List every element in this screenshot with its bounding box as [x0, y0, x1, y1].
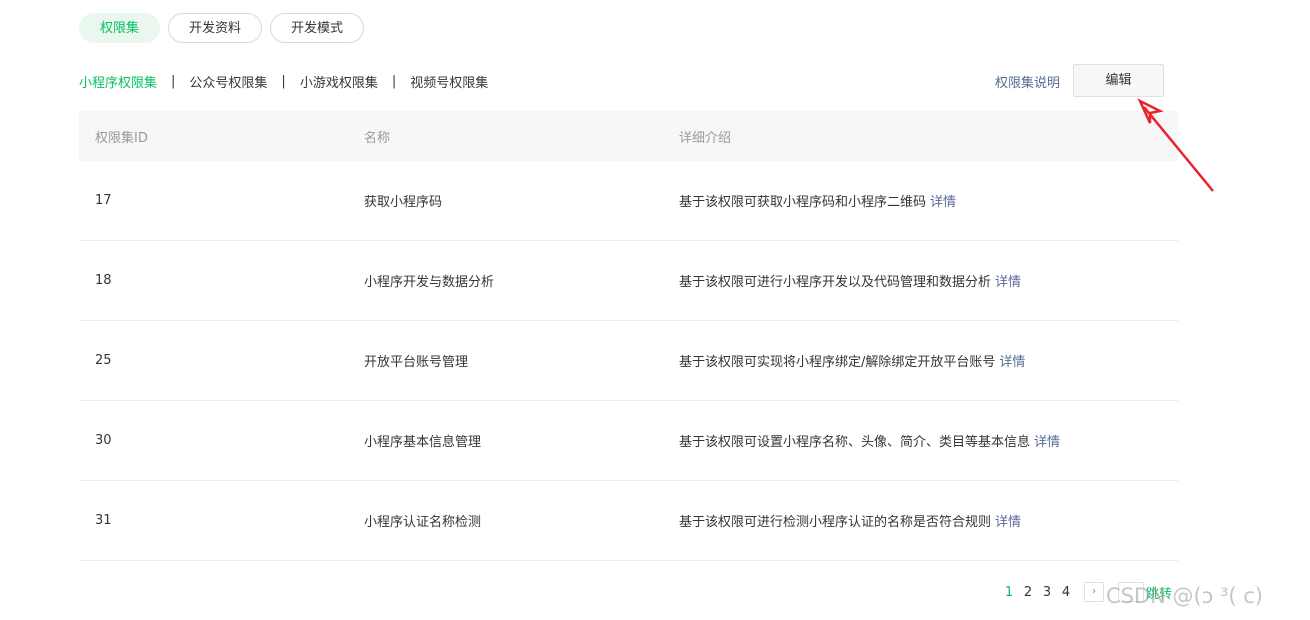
watermark: CSDN @(ↄ ³( c) — [1106, 584, 1263, 608]
table-row: 18 小程序开发与数据分析 基于该权限可进行小程序开发以及代码管理和数据分析 详情 — [79, 241, 1178, 321]
table-row: 17 获取小程序码 基于该权限可获取小程序码和小程序二维码 详情 — [79, 161, 1178, 241]
sub-nav-official-account[interactable]: 公众号权限集 — [189, 72, 267, 91]
table-row: 31 小程序认证名称检测 基于该权限可进行检测小程序认证的名称是否符合规则 详情 — [79, 481, 1178, 561]
table-row: 30 小程序基本信息管理 基于该权限可设置小程序名称、头像、简介、类目等基本信息… — [79, 401, 1178, 481]
header-id: 权限集ID — [95, 130, 148, 146]
row-id: 31 — [95, 513, 112, 528]
row-name: 小程序开发与数据分析 — [364, 275, 495, 290]
annotation-arrow-icon — [1137, 98, 1214, 192]
sub-nav: 小程序权限集 | 公众号权限集 | 小游戏权限集 | 视频号权限集 — [79, 72, 488, 91]
sub-nav-minigame[interactable]: 小游戏权限集 — [300, 72, 378, 91]
row-id: 25 — [95, 353, 112, 368]
row-description: 基于该权限可获取小程序码和小程序二维码 详情 — [679, 191, 956, 210]
row-id: 30 — [95, 433, 112, 448]
row-description-text: 基于该权限可设置小程序名称、头像、简介、类目等基本信息 — [679, 435, 1031, 450]
row-id: 17 — [95, 193, 112, 208]
row-name: 开放平台账号管理 — [364, 355, 469, 370]
row-id: 18 — [95, 273, 112, 288]
permission-page: 权限集 开发资料 开发模式 小程序权限集 | 公众号权限集 | 小游戏权限集 |… — [0, 0, 1310, 620]
detail-link[interactable]: 详情 — [999, 355, 1025, 370]
row-description-text: 基于该权限可进行检测小程序认证的名称是否符合规则 — [679, 515, 992, 530]
tab-permission-set[interactable]: 权限集 — [79, 13, 161, 43]
sub-nav-channels[interactable]: 视频号权限集 — [410, 72, 488, 91]
row-name: 小程序认证名称检测 — [364, 515, 482, 530]
row-description: 基于该权限可进行小程序开发以及代码管理和数据分析 详情 — [679, 271, 1021, 290]
table-header: 权限集ID 名称 详细介绍 — [79, 111, 1178, 161]
row-description: 基于该权限可进行检测小程序认证的名称是否符合规则 详情 — [679, 511, 1021, 530]
row-description-text: 基于该权限可获取小程序码和小程序二维码 — [679, 195, 927, 210]
page-2[interactable]: 2 — [1019, 585, 1037, 600]
detail-link[interactable]: 详情 — [1034, 435, 1060, 450]
next-page-icon[interactable]: › — [1084, 582, 1104, 602]
permission-table: 权限集ID 名称 详细介绍 17 获取小程序码 基于该权限可获取小程序码和小程序… — [79, 111, 1178, 561]
row-name: 获取小程序码 — [364, 195, 443, 210]
sub-nav-separator: | — [391, 74, 397, 89]
row-description: 基于该权限可实现将小程序绑定/解除绑定开放平台账号 详情 — [679, 351, 1025, 370]
permission-explain-link[interactable]: 权限集说明 — [995, 72, 1060, 91]
page-1[interactable]: 1 — [1000, 585, 1018, 600]
row-description: 基于该权限可设置小程序名称、头像、简介、类目等基本信息 详情 — [679, 431, 1060, 450]
row-description-text: 基于该权限可进行小程序开发以及代码管理和数据分析 — [679, 275, 992, 290]
table-row: 25 开放平台账号管理 基于该权限可实现将小程序绑定/解除绑定开放平台账号 详情 — [79, 321, 1178, 401]
sub-nav-miniprogram[interactable]: 小程序权限集 — [79, 72, 157, 91]
row-description-text: 基于该权限可实现将小程序绑定/解除绑定开放平台账号 — [679, 355, 996, 370]
page-4[interactable]: 4 — [1057, 585, 1075, 600]
tab-dev-mode[interactable]: 开发模式 — [270, 13, 365, 43]
row-name: 小程序基本信息管理 — [364, 435, 482, 450]
detail-link[interactable]: 详情 — [995, 515, 1021, 530]
tab-dev-info[interactable]: 开发资料 — [168, 13, 263, 43]
page-3[interactable]: 3 — [1038, 585, 1056, 600]
top-tabs: 权限集 开发资料 开发模式 — [79, 13, 365, 43]
detail-link[interactable]: 详情 — [930, 195, 956, 210]
header-description: 详细介绍 — [679, 130, 732, 146]
sub-nav-separator: | — [171, 74, 176, 89]
detail-link[interactable]: 详情 — [995, 275, 1021, 290]
sub-nav-separator: | — [281, 74, 286, 89]
edit-button[interactable]: 编辑 — [1073, 64, 1164, 97]
header-name: 名称 — [364, 130, 391, 146]
